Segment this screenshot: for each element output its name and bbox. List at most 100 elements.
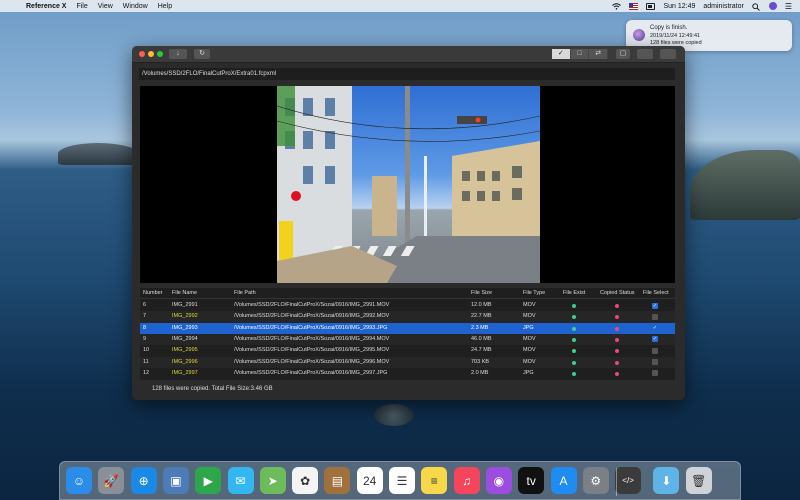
file-select-checkbox[interactable]: ✓ (652, 302, 658, 309)
file-select-checkbox[interactable]: ✓ (652, 336, 658, 343)
status-dot-icon (615, 315, 619, 320)
file-select-checkbox[interactable] (652, 313, 658, 320)
row-file-type: JPG (523, 369, 534, 376)
menu-help[interactable]: Help (158, 3, 172, 10)
download-button[interactable]: ↓ (169, 49, 187, 59)
zoom-window-button[interactable] (157, 51, 163, 57)
input-source-flag-icon[interactable] (629, 2, 639, 10)
safari-icon[interactable]: ⊕ (130, 467, 157, 494)
row-file-type: MOV (523, 358, 536, 365)
appstore-icon[interactable]: A (550, 467, 577, 494)
table-row[interactable]: 12 IMG_2997/Volumes/SSD/2FLO/FinalCutProX… (140, 368, 675, 379)
battery-icon[interactable] (646, 2, 656, 10)
row-file-type: MOV (523, 302, 536, 308)
clock[interactable]: Sun 12:49 (663, 3, 695, 10)
siri-icon[interactable] (768, 2, 777, 10)
row-number: 10 (143, 347, 150, 354)
table-row[interactable]: 7 IMG_2992/Volumes/SSD/2FLO/FinalCutProX/… (140, 311, 675, 323)
row-file-size: 22.7 MB (471, 313, 492, 320)
file-exist-indicator (563, 368, 585, 381)
music-icon[interactable]: ♫ (453, 467, 480, 494)
row-file-name: IMG_2997 (172, 369, 198, 376)
menu-view[interactable]: View (98, 3, 113, 10)
table-row[interactable]: 6 IMG_2991/Volumes/SSD/2FLO/FinalCutProX/… (140, 300, 675, 311)
exist-dot-icon (572, 315, 576, 320)
row-number: 8 (143, 324, 147, 331)
col-exist-header[interactable]: File Exist (563, 288, 585, 299)
view-mode-box[interactable]: □ (571, 49, 590, 59)
col-path-header[interactable]: File Path (234, 288, 256, 299)
row-file-size: 2.0 MB (471, 369, 489, 376)
table-row[interactable]: 9 IMG_2994/Volumes/SSD/2FLO/FinalCutProX/… (140, 333, 675, 346)
notification-center-icon[interactable]: ☰ (785, 2, 792, 11)
photos-icon[interactable]: ✿ (292, 467, 319, 494)
refresh-button[interactable]: ↻ (194, 49, 210, 59)
reminders-icon[interactable]: ☰ (389, 467, 415, 494)
row-file-path: /Volumes/SSD/2FLO/FinalCutProX/Sozai/091… (234, 335, 390, 342)
calendar-icon[interactable]: 24 (356, 467, 383, 494)
view-mode-check[interactable]: ✓ (552, 49, 571, 59)
trash-icon[interactable]: 🗑 (685, 467, 712, 494)
file-select-checkbox[interactable] (652, 359, 658, 365)
row-file-size: 12.0 MB (471, 302, 492, 308)
spotlight-search-icon[interactable] (752, 2, 761, 11)
table-header: Number File Name File Path File Size Fil… (140, 288, 675, 299)
menu-file[interactable]: File (76, 3, 87, 10)
podcasts-icon[interactable]: ◉ (485, 467, 512, 494)
image-preview (140, 86, 675, 283)
table-row[interactable]: 8 IMG_2993/Volumes/SSD/2FLO/FinalCutProX/… (140, 322, 675, 334)
row-file-size: 24.7 MB (471, 347, 492, 354)
status-dot-icon (615, 360, 619, 365)
row-file-type: MOV (523, 313, 536, 320)
table-row[interactable]: 11 IMG_2996/Volumes/SSD/2FLO/FinalCutProX… (140, 356, 675, 368)
menu-app-name[interactable]: Reference X (26, 3, 66, 10)
row-number: 11 (143, 358, 149, 365)
status-dot-icon (615, 337, 619, 342)
exist-dot-icon (572, 360, 576, 365)
minimize-window-button[interactable] (148, 51, 154, 57)
file-select-checkbox[interactable] (652, 370, 658, 377)
dock-separator (616, 468, 617, 496)
status-dot-icon (615, 326, 619, 331)
col-type-header[interactable]: File Type (523, 288, 545, 299)
row-file-name: IMG_2995 (172, 347, 198, 354)
preview-icon[interactable]: ▣ (162, 467, 189, 494)
appletv-icon[interactable]: tv (518, 467, 545, 494)
col-number-header[interactable]: Number (143, 288, 163, 299)
system-preferences-icon[interactable]: ⚙ (582, 467, 609, 494)
row-number: 7 (143, 313, 147, 320)
row-file-size: 2.3 MB (471, 324, 489, 331)
exist-dot-icon (572, 337, 576, 342)
row-file-path: /Volumes/SSD/2FLO/FinalCutProX/Sozai/091… (234, 313, 390, 320)
table-row[interactable]: 10 IMG_2995/Volumes/SSD/2FLO/FinalCutProX… (140, 345, 675, 356)
row-file-name: IMG_2991 (172, 302, 198, 308)
toolbar-button-blank-1[interactable] (637, 49, 653, 59)
desktop-rock (374, 404, 414, 426)
notes-icon[interactable]: ≡ (421, 467, 448, 494)
project-path-field[interactable]: /Volumes/SSD/2FLO/FinalCutProX/Extra01.f… (139, 68, 675, 80)
user-name[interactable]: administrator (703, 3, 743, 10)
menu-window[interactable]: Window (123, 3, 148, 10)
maps-icon[interactable]: ➤ (259, 467, 286, 494)
facetime-icon[interactable]: ▶ (195, 467, 222, 494)
file-select-checkbox[interactable] (652, 347, 658, 354)
wifi-icon[interactable] (612, 2, 622, 10)
copied-status-indicator (600, 368, 634, 381)
col-size-header[interactable]: File Size (471, 288, 492, 299)
file-select-checkbox[interactable]: ✓ (652, 325, 658, 331)
col-name-header[interactable]: File Name (172, 288, 197, 299)
view-mode-swap[interactable]: ⇄ (589, 49, 609, 59)
row-file-path: /Volumes/SSD/2FLO/FinalCutProX/Sozai/091… (234, 369, 388, 376)
exist-dot-icon (572, 304, 576, 308)
col-status-header[interactable]: Copied Status (600, 288, 635, 299)
col-select-header[interactable]: File Select (643, 288, 669, 299)
toolbar-button-square[interactable]: ▢ (616, 49, 630, 59)
close-window-button[interactable] (139, 51, 145, 57)
finder-icon[interactable]: ☺ (66, 467, 92, 494)
downloads-folder-icon[interactable]: ⬇ (653, 467, 680, 494)
script-editor-icon[interactable]: </> (615, 467, 642, 494)
launchpad-icon[interactable]: 🚀 (98, 467, 125, 494)
notes-book-icon[interactable]: ▤ (324, 467, 351, 494)
toolbar-button-blank-2[interactable] (660, 49, 676, 59)
messages-icon[interactable]: ✉ (227, 467, 254, 494)
